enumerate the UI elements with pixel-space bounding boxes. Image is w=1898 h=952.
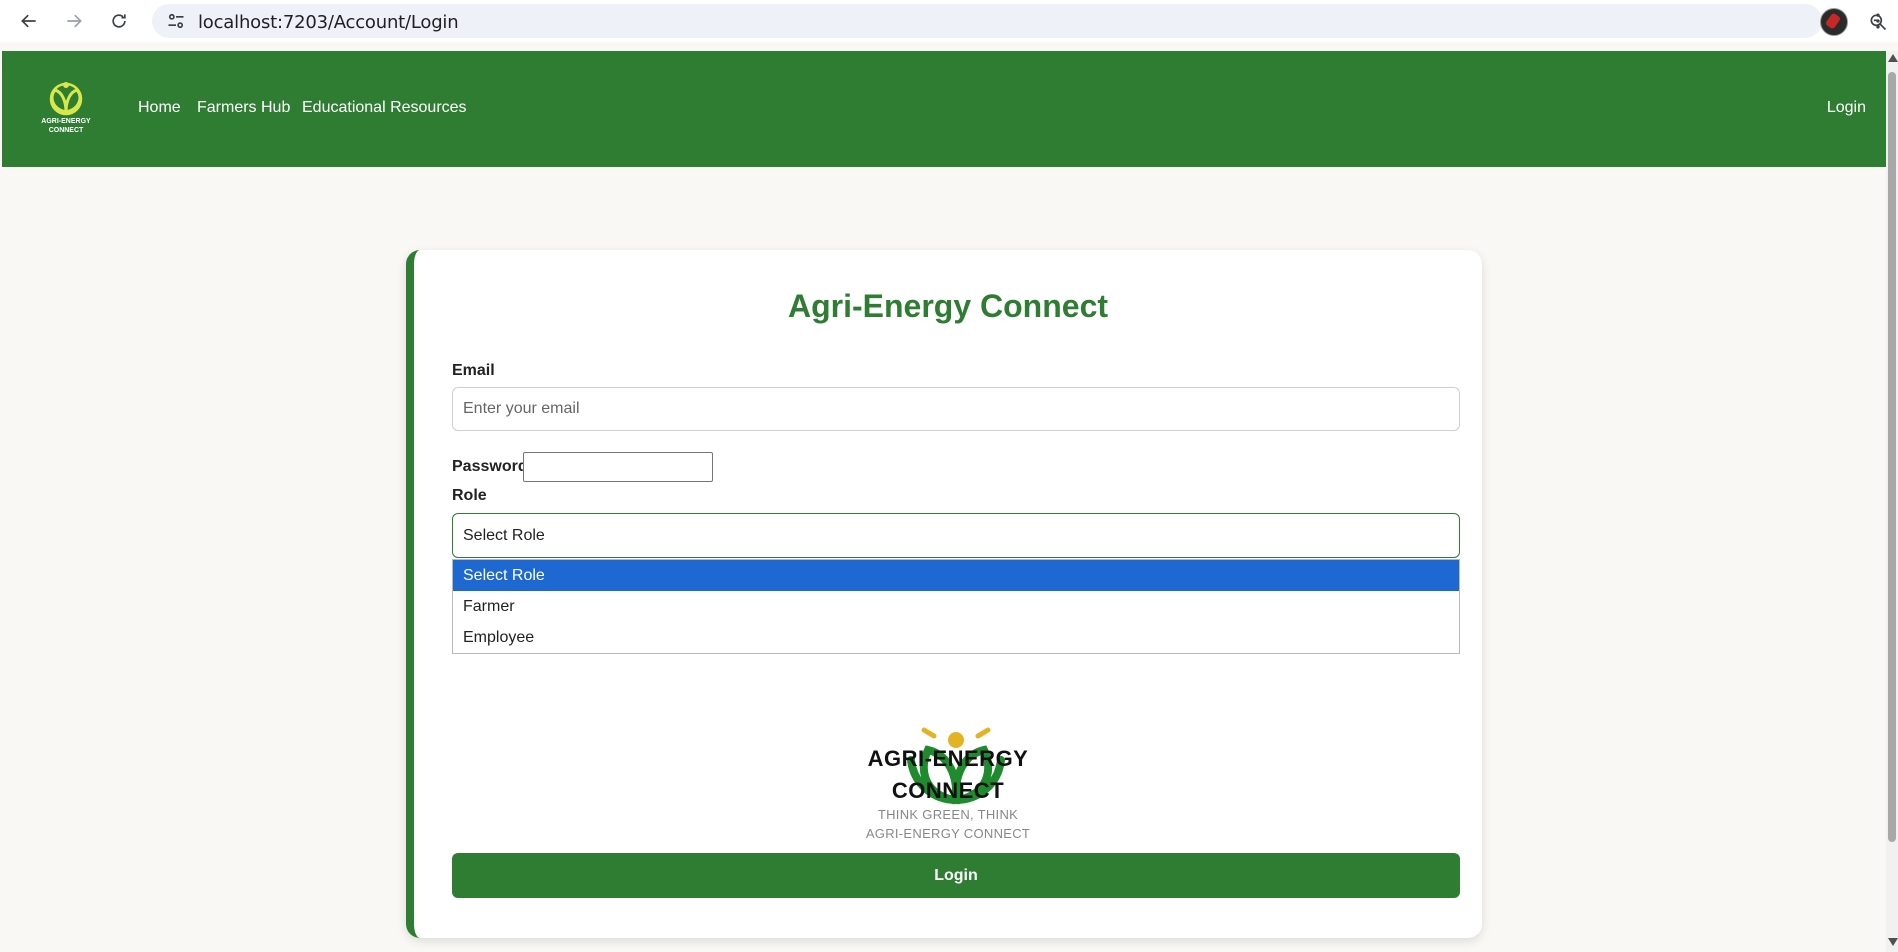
header-login-link[interactable]: Login [1827, 99, 1866, 117]
password-field[interactable] [523, 452, 713, 482]
site-info-icon[interactable] [166, 11, 186, 31]
url-text[interactable]: localhost:7203/Account/Login [198, 12, 459, 33]
brand-logo[interactable]: AGRI-ENERGY CONNECT [32, 79, 100, 139]
scrollbar-thumb[interactable] [1888, 72, 1896, 842]
role-dropdown-list: Select Role Farmer Employee [452, 559, 1460, 654]
logo-title-line2: CONNECT [891, 778, 1005, 803]
role-select-value: Select Role [463, 526, 545, 544]
back-icon[interactable] [10, 2, 48, 40]
site-header: AGRI-ENERGY CONNECT Home Farmers Hub Edu… [2, 51, 1886, 167]
logo-tagline-line1: THINK GREEN, THINK [877, 807, 1019, 822]
login-button[interactable]: Login [452, 853, 1460, 898]
address-bar[interactable]: localhost:7203/Account/Login [152, 4, 1887, 38]
role-option-select-role[interactable]: Select Role [453, 560, 1459, 591]
role-option-employee[interactable]: Employee [453, 622, 1459, 653]
logo-title: AGRI-ENERGY CONNECT [414, 743, 1482, 807]
brand-logo-text: AGRI-ENERGY CONNECT [32, 117, 100, 135]
kebab-menu-icon[interactable] [1868, 10, 1888, 32]
scroll-down-arrow-icon[interactable] [1888, 938, 1898, 946]
scroll-up-arrow-icon[interactable] [1888, 54, 1898, 62]
nav-home[interactable]: Home [138, 99, 181, 117]
role-option-farmer[interactable]: Farmer [453, 591, 1459, 622]
browser-toolbar: localhost:7203/Account/Login [0, 0, 1898, 42]
login-card: Agri-Energy Connect Email Password Role … [406, 250, 1482, 938]
page-title: Agri-Energy Connect [787, 288, 1109, 324]
brand-logo-line2: CONNECT [48, 127, 84, 134]
password-label: Password [452, 458, 528, 475]
forward-icon[interactable] [55, 2, 93, 40]
role-label: Role [452, 487, 487, 504]
logo-tagline: THINK GREEN, THINK AGRI-ENERGY CONNECT [414, 805, 1482, 843]
nav-farmers-hub[interactable]: Farmers Hub [197, 99, 290, 117]
reload-icon[interactable] [100, 2, 138, 40]
nav-educational-resources[interactable]: Educational Resources [302, 99, 467, 117]
profile-avatar[interactable] [1820, 8, 1848, 36]
email-field[interactable] [452, 387, 1460, 431]
email-label: Email [452, 362, 495, 379]
logo-tagline-line2: AGRI-ENERGY CONNECT [865, 826, 1031, 841]
leaf-logo-icon [49, 82, 83, 116]
logo-title-line1: AGRI-ENERGY [867, 746, 1029, 771]
brand-logo-line1: AGRI-ENERGY [41, 118, 91, 125]
role-select[interactable]: Select Role [452, 513, 1460, 558]
